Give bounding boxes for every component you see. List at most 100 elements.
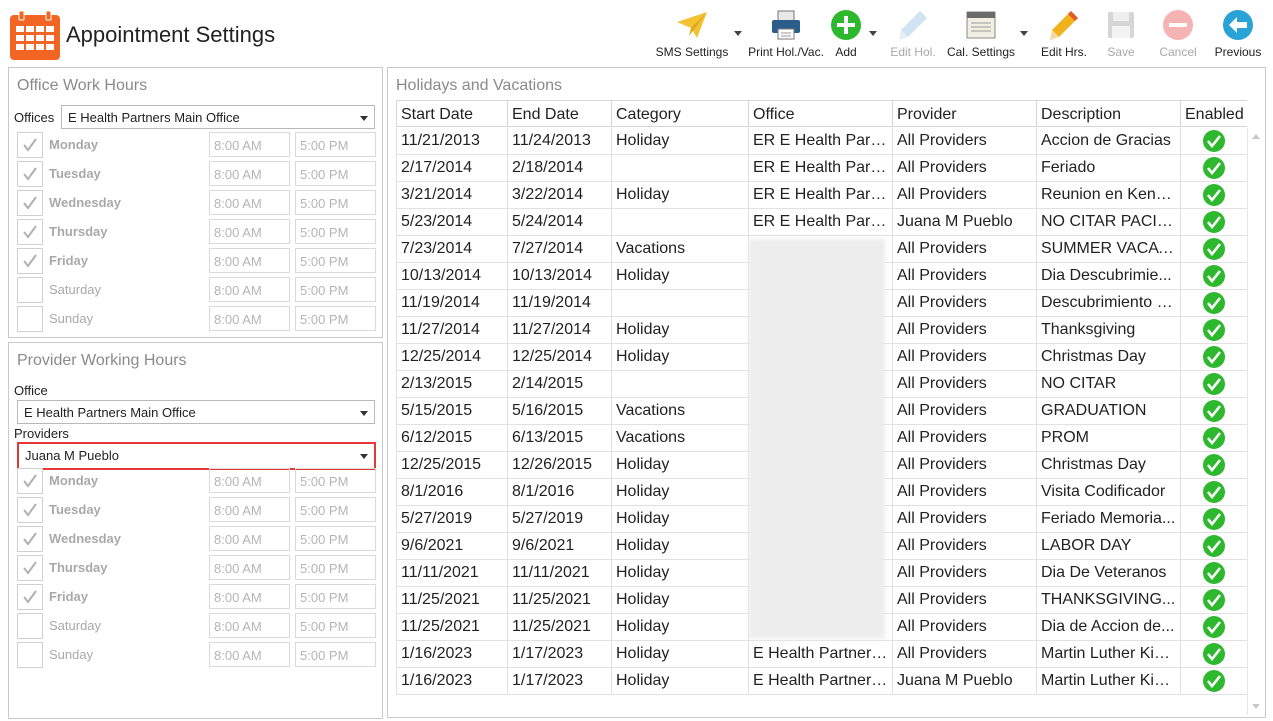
column-header-description[interactable]: Description [1036, 101, 1180, 127]
end-time-input[interactable]: 5:00 PM [295, 468, 376, 493]
offices-select[interactable]: E Health Partners Main Office [61, 105, 375, 129]
cell-enabled[interactable] [1180, 452, 1247, 478]
cancel-button[interactable]: Cancel [1155, 6, 1201, 62]
start-time-input[interactable]: 8:00 AM [209, 526, 290, 551]
sms-settings-dropdown[interactable] [733, 6, 743, 62]
enabled-check-icon [1203, 211, 1225, 233]
day-checkbox[interactable] [17, 248, 43, 274]
day-checkbox[interactable] [17, 555, 43, 581]
cell-enabled[interactable] [1180, 614, 1247, 640]
end-time-input[interactable]: 5:00 PM [295, 132, 376, 157]
day-checkbox[interactable] [17, 161, 43, 187]
column-header-end-date[interactable]: End Date [507, 101, 611, 127]
cell-enabled[interactable] [1180, 236, 1247, 262]
start-time-input[interactable]: 8:00 AM [209, 219, 290, 244]
calendar-settings-button[interactable]: Cal. Settings [944, 6, 1018, 62]
table-row[interactable]: 5/23/2014 5/24/2014 ER E Health Partn... Ju… [396, 209, 1247, 236]
day-checkbox[interactable] [17, 306, 43, 332]
add-button[interactable]: Add [826, 6, 866, 62]
day-checkbox[interactable] [17, 132, 43, 158]
end-time-input[interactable]: 5:00 PM [295, 277, 376, 302]
cell-enabled[interactable] [1180, 182, 1247, 208]
start-time-input[interactable]: 8:00 AM [209, 248, 290, 273]
end-time-input[interactable]: 5:00 PM [295, 306, 376, 331]
provider-office-select[interactable]: E Health Partners Main Office [17, 400, 375, 424]
scroll-up-icon[interactable] [1252, 134, 1260, 139]
table-row[interactable]: 11/21/2013 11/24/2013 Holiday ER E Health P… [396, 128, 1247, 155]
end-time-input[interactable]: 5:00 PM [295, 219, 376, 244]
enabled-check-icon [1203, 670, 1225, 692]
cancel-label: Cancel [1159, 45, 1197, 59]
start-time-input[interactable]: 8:00 AM [209, 497, 290, 522]
start-time-input[interactable]: 8:00 AM [209, 277, 290, 302]
table-row[interactable]: 3/21/2014 3/22/2014 Holiday ER E Health Par… [396, 182, 1247, 209]
cell-enabled[interactable] [1180, 560, 1247, 586]
cell-enabled[interactable] [1180, 263, 1247, 289]
cell-enabled[interactable] [1180, 587, 1247, 613]
start-time-input[interactable]: 8:00 AM [209, 306, 290, 331]
scroll-down-icon[interactable] [1252, 704, 1260, 709]
day-checkbox[interactable] [17, 526, 43, 552]
column-header-start-date[interactable]: Start Date [396, 101, 507, 127]
sms-settings-button[interactable]: SMS Settings [652, 6, 732, 62]
table-row[interactable]: 1/16/2023 1/17/2023 Holiday E Health Partne… [396, 641, 1247, 668]
end-time-input[interactable]: 5:00 PM [295, 497, 376, 522]
start-time-input[interactable]: 8:00 AM [209, 468, 290, 493]
day-checkbox[interactable] [17, 497, 43, 523]
day-checkbox[interactable] [17, 584, 43, 610]
end-time-input[interactable]: 5:00 PM [295, 526, 376, 551]
save-button[interactable]: Save [1098, 6, 1144, 62]
day-checkbox[interactable] [17, 468, 43, 494]
table-row[interactable]: 2/17/2014 2/18/2014 ER E Health Partn... Al… [396, 155, 1247, 182]
cell-enabled[interactable] [1180, 344, 1247, 370]
grid-scrollbar[interactable] [1247, 128, 1264, 715]
column-header-enabled[interactable]: Enabled [1180, 101, 1247, 127]
end-time-input[interactable]: 5:00 PM [295, 555, 376, 580]
end-time-input[interactable]: 5:00 PM [295, 613, 376, 638]
column-header-category[interactable]: Category [611, 101, 748, 127]
cell-start-date: 5/15/2015 [396, 398, 507, 424]
start-time-input[interactable]: 8:00 AM [209, 161, 290, 186]
start-time-input[interactable]: 8:00 AM [209, 132, 290, 157]
day-checkbox[interactable] [17, 642, 43, 668]
end-time-input[interactable]: 5:00 PM [295, 248, 376, 273]
edit-hours-button[interactable]: Edit Hrs. [1036, 6, 1092, 62]
cell-enabled[interactable] [1180, 128, 1247, 154]
previous-button[interactable]: Previous [1210, 6, 1266, 62]
cell-enabled[interactable] [1180, 506, 1247, 532]
cell-enabled[interactable] [1180, 668, 1247, 694]
print-holidays-button[interactable]: Print Hol./Vac. [745, 6, 827, 62]
end-time-input[interactable]: 5:00 PM [295, 584, 376, 609]
end-time-input[interactable]: 5:00 PM [295, 190, 376, 215]
day-checkbox[interactable] [17, 613, 43, 639]
cell-enabled[interactable] [1180, 290, 1247, 316]
add-dropdown[interactable] [868, 6, 878, 62]
start-time-input[interactable]: 8:00 AM [209, 613, 290, 638]
column-header-office[interactable]: Office [748, 101, 892, 127]
end-time-input[interactable]: 5:00 PM [295, 161, 376, 186]
start-time-input[interactable]: 8:00 AM [209, 642, 290, 667]
day-label: Friday [49, 253, 89, 268]
cell-enabled[interactable] [1180, 641, 1247, 667]
cell-enabled[interactable] [1180, 317, 1247, 343]
providers-select[interactable]: Juana M Pueblo [17, 442, 376, 470]
day-checkbox[interactable] [17, 219, 43, 245]
cell-provider: All Providers [892, 533, 1036, 559]
table-row[interactable]: 1/16/2023 1/17/2023 Holiday E Health Partne… [396, 668, 1247, 695]
edit-holiday-button[interactable]: Edit Hol. [885, 6, 941, 62]
cell-enabled[interactable] [1180, 533, 1247, 559]
start-time-input[interactable]: 8:00 AM [209, 584, 290, 609]
start-time-input[interactable]: 8:00 AM [209, 555, 290, 580]
start-time-input[interactable]: 8:00 AM [209, 190, 290, 215]
cell-enabled[interactable] [1180, 155, 1247, 181]
cell-enabled[interactable] [1180, 398, 1247, 424]
day-checkbox[interactable] [17, 190, 43, 216]
end-time-input[interactable]: 5:00 PM [295, 642, 376, 667]
column-header-provider[interactable]: Provider [892, 101, 1036, 127]
day-checkbox[interactable] [17, 277, 43, 303]
cell-enabled[interactable] [1180, 209, 1247, 235]
calendar-settings-dropdown[interactable] [1019, 6, 1029, 62]
cell-enabled[interactable] [1180, 425, 1247, 451]
cell-enabled[interactable] [1180, 479, 1247, 505]
cell-enabled[interactable] [1180, 371, 1247, 397]
